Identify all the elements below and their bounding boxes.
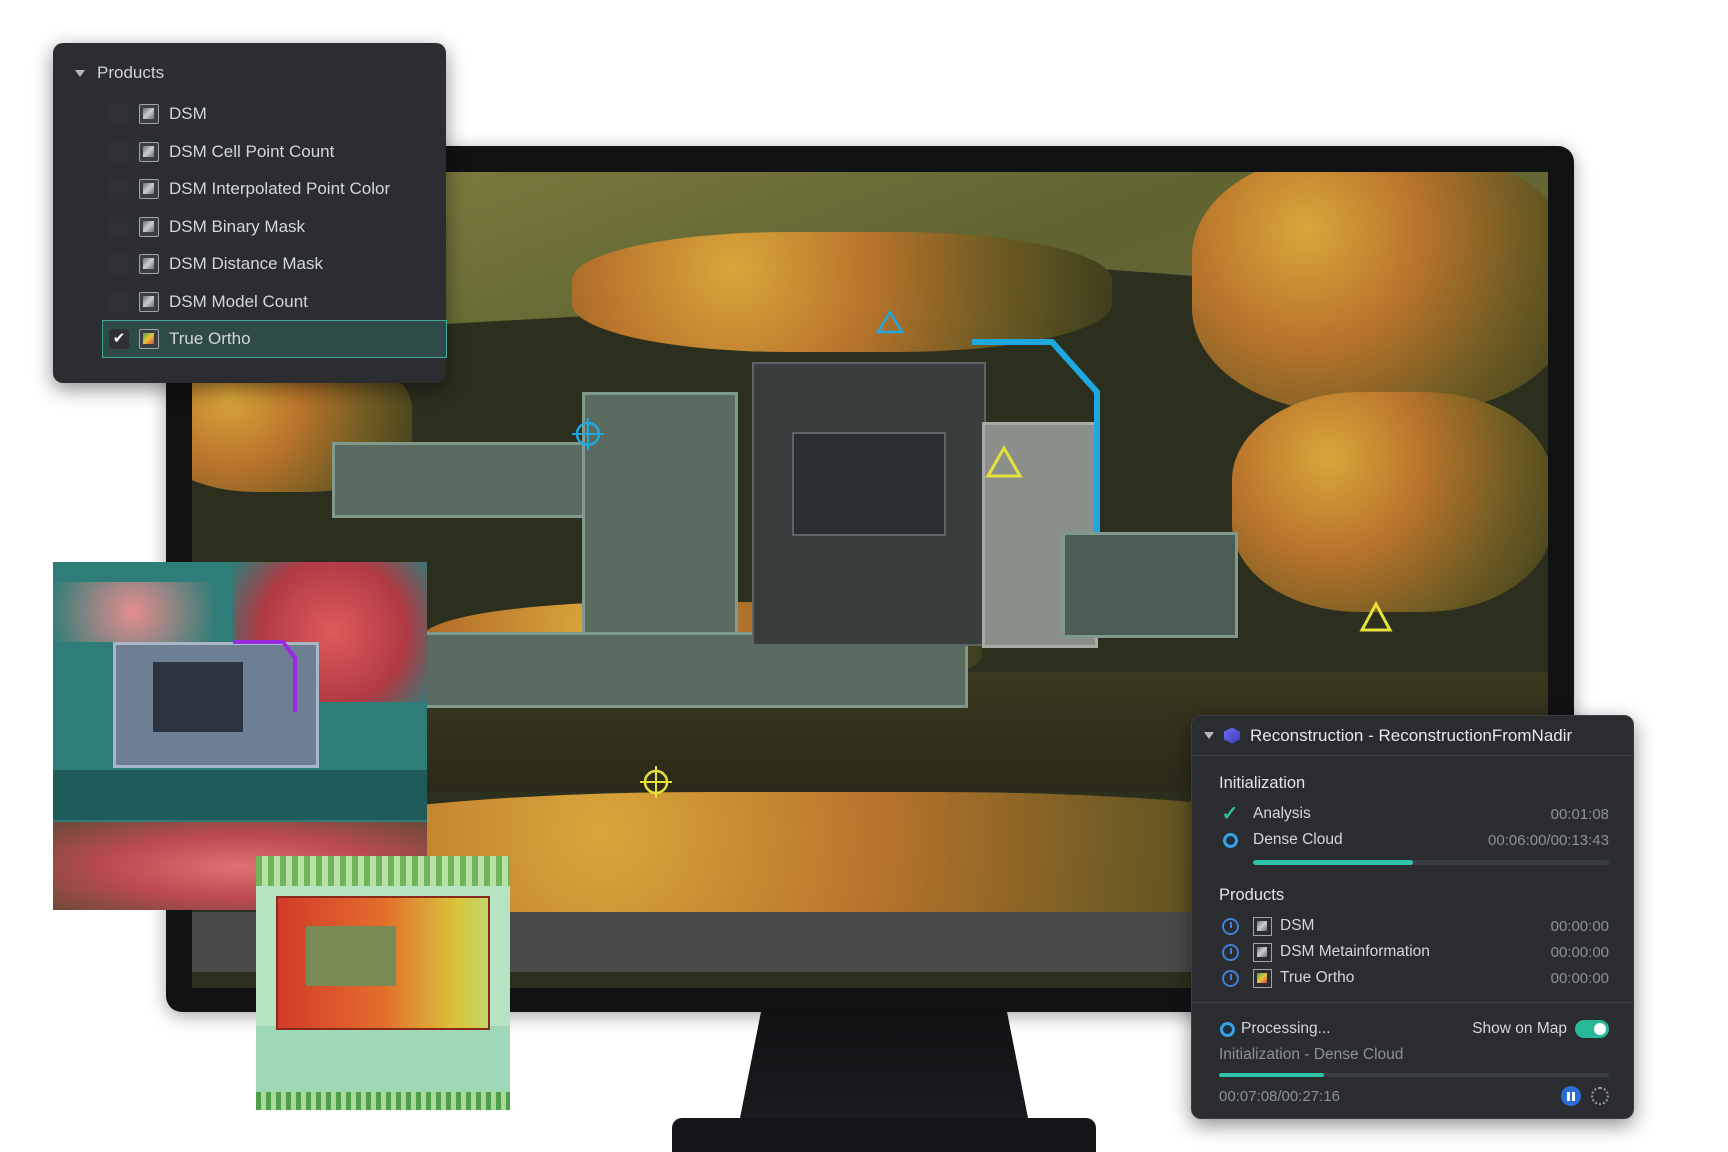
collapse-triangle-icon[interactable] [1204,732,1214,739]
show-on-map-label: Show on Map [1472,1020,1567,1037]
products-list: DSM DSM Cell Point Count DSM Interpolate… [102,96,447,359]
product-item-dsm-cell-point-count[interactable]: DSM Cell Point Count [105,134,446,170]
reconstruction-header[interactable]: Reconstruction - ReconstructionFromNadir [1192,716,1633,756]
product-checkbox[interactable] [109,216,129,237]
product-label: DSM [1280,917,1315,934]
in-progress-icon [1222,832,1238,848]
product-item-dsm-interpolated-point-color[interactable]: DSM Interpolated Point Color [105,171,446,207]
product-item-label: True Ortho [169,329,251,348]
product-time: 00:00:00 [1550,969,1609,987]
product-item-dsm-model-count[interactable]: DSM Model Count [105,284,446,320]
monitor-stand-base [672,1118,1096,1152]
height-trees [256,1092,510,1110]
step-label: Dense Cloud [1253,831,1343,848]
processing-stage: Initialization - Dense Cloud [1219,1046,1404,1063]
products-tree-panel: Products DSM DSM Cell Point Count DSM In… [53,43,447,383]
product-checkbox[interactable] [109,179,129,199]
product-time: 00:00:00 [1550,917,1609,935]
clock-icon [1221,969,1239,987]
step-time: 00:01:08 [1550,805,1609,823]
product-item-dsm-binary-mask[interactable]: DSM Binary Mask [105,209,446,245]
dsm-icon [1253,916,1272,936]
settings-icon[interactable] [1591,1087,1609,1105]
monitor-stand [738,1010,1030,1128]
height-roof [306,926,396,986]
height-map-inset [256,856,510,1110]
products-header-label: Products [97,63,165,82]
check-icon: ✓ [1221,803,1239,825]
step-label: Analysis [1253,805,1311,822]
products-section-title: Products [1219,886,1285,904]
point-count-icon [139,141,159,162]
product-item-label: DSM Binary Mask [169,216,306,236]
overall-progress-fill [1219,1073,1325,1077]
step-analysis: ✓ Analysis 00:01:08 [1219,802,1609,826]
product-item-label: DSM [169,104,207,123]
reconstruction-panel: Reconstruction - ReconstructionFromNadir… [1191,715,1634,1119]
product-row-dsm: DSM 00:00:00 [1219,914,1609,938]
dense-cloud-progress-bar [1253,860,1609,865]
point-color-icon [139,179,159,199]
product-row-true-ortho: True Ortho 00:00:00 [1219,966,1609,990]
processing-status-row: Processing... Show on Map [1219,1017,1609,1041]
products-tree-header[interactable]: Products [75,59,164,87]
product-checkbox[interactable] [109,104,129,124]
product-item-dsm-distance-mask[interactable]: DSM Distance Mask [105,246,446,282]
product-checkbox[interactable] [109,254,129,274]
pause-button[interactable] [1561,1086,1581,1106]
dsm-icon [139,104,159,124]
product-checkbox-checked[interactable]: ✔ [109,329,129,349]
product-item-label: DSM Model Count [169,291,308,311]
product-item-dsm[interactable]: DSM [105,96,446,132]
in-progress-icon [1219,1021,1235,1037]
true-ortho-icon [1253,968,1272,988]
dense-cloud-progress-fill [1253,860,1414,865]
model-count-icon [139,291,159,312]
step-dense-cloud: Dense Cloud 00:06:00/00:13:43 [1219,828,1609,852]
step-time: 00:06:00/00:13:43 [1488,831,1609,849]
reconstruction-cube-icon [1224,727,1240,744]
collapse-triangle-icon[interactable] [75,69,85,77]
elapsed-row: 00:07:08/00:27:16 [1219,1084,1609,1108]
binary-mask-icon [139,216,159,237]
distance-mask-icon [139,254,159,274]
divider [1192,1002,1633,1003]
product-row-dsm-metainformation: DSM Metainformation 00:00:00 [1219,940,1609,964]
product-item-true-ortho[interactable]: ✔ True Ortho [102,320,447,358]
product-label: True Ortho [1280,969,1355,986]
reconstruction-title: Reconstruction - ReconstructionFromNadir [1250,725,1573,745]
product-label: DSM Metainformation [1280,943,1430,960]
processing-stage-row: Initialization - Dense Cloud [1219,1043,1609,1067]
product-item-label: DSM Distance Mask [169,254,323,273]
height-trees [256,856,510,886]
processing-status: Processing... [1241,1020,1331,1037]
initialization-title: Initialization [1219,774,1306,792]
product-checkbox[interactable] [109,141,129,162]
show-on-map-toggle[interactable] [1575,1020,1609,1038]
metainformation-icon [1253,942,1272,962]
product-item-label: DSM Interpolated Point Color [169,179,391,198]
clock-icon [1221,917,1239,935]
product-time: 00:00:00 [1550,943,1609,961]
product-checkbox[interactable] [109,291,129,312]
overall-progress-bar [1219,1073,1609,1077]
product-item-label: DSM Cell Point Count [169,141,335,161]
elapsed-time: 00:07:08/00:27:16 [1219,1087,1340,1105]
clock-icon [1221,943,1239,961]
true-ortho-icon [139,329,159,349]
